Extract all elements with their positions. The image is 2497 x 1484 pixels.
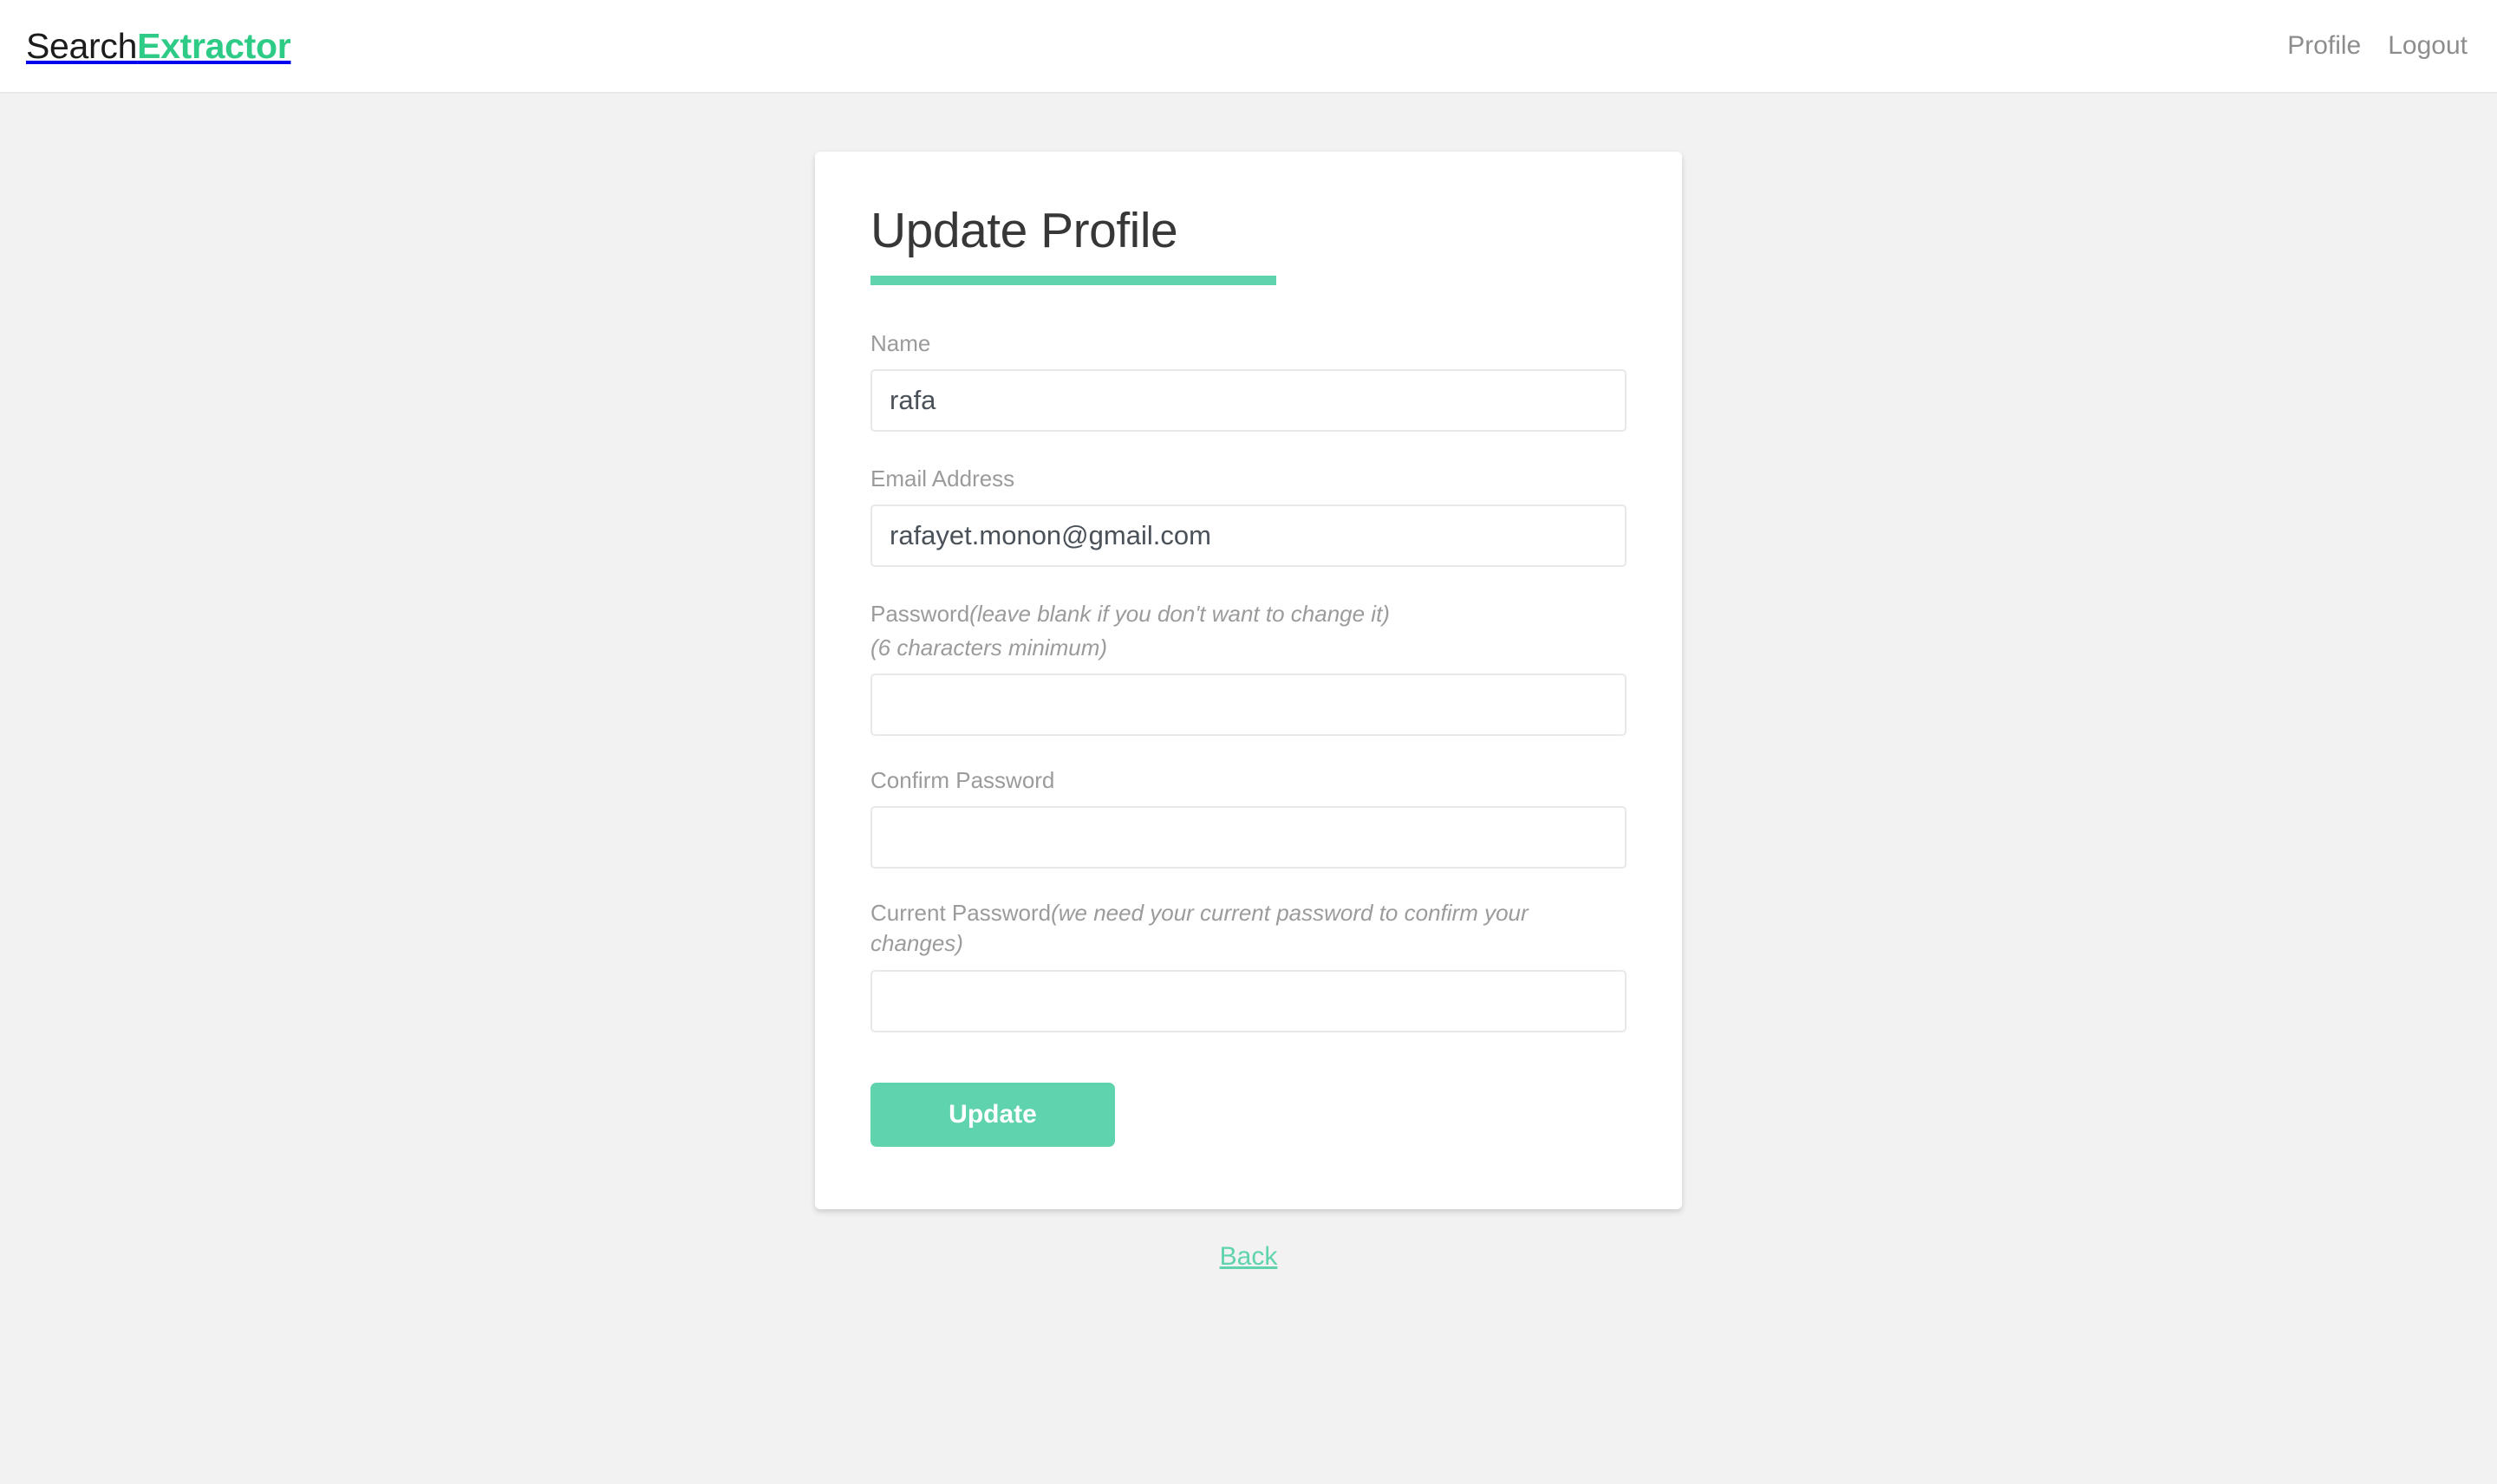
field-email: Email Address — [870, 464, 1627, 568]
label-password-text: Password — [870, 601, 970, 628]
label-name-text: Name — [870, 329, 931, 356]
brand-primary-text: Search — [26, 25, 138, 66]
back-link[interactable]: Back — [1220, 1242, 1278, 1271]
top-navbar: SearchExtractor Profile Logout — [0, 0, 2497, 94]
nav-link-profile[interactable]: Profile — [2287, 33, 2361, 59]
password-input[interactable] — [870, 674, 1627, 737]
update-button[interactable]: Update — [870, 1082, 1115, 1147]
label-confirm-password: Confirm Password — [870, 765, 1627, 796]
label-password: Password(leave blank if you don't want t… — [870, 599, 1627, 663]
label-name: Name — [870, 329, 1627, 359]
email-input[interactable] — [870, 504, 1627, 568]
current-password-input[interactable] — [870, 969, 1627, 1032]
brand-logo[interactable]: SearchExtractor — [26, 25, 291, 66]
name-input[interactable] — [870, 368, 1627, 432]
label-current-password-text: Current Password — [870, 900, 1052, 927]
nav-link-logout[interactable]: Logout — [2388, 33, 2468, 59]
label-password-hint: (leave blank if you don't want to change… — [969, 601, 1390, 628]
label-password-hint-second-line: (6 characters minimum) — [870, 635, 1108, 661]
label-email-text: Email Address — [870, 465, 1015, 491]
label-confirm-password-text: Confirm Password — [870, 767, 1055, 794]
card-wrapper: Update Profile Name Email Address Passwo… — [815, 152, 1682, 1209]
update-profile-form: Name Email Address Password(leave blank … — [870, 329, 1627, 1147]
page-body: Update Profile Name Email Address Passwo… — [0, 94, 2497, 1270]
field-password: Password(leave blank if you don't want t… — [870, 599, 1627, 737]
field-confirm-password: Confirm Password — [870, 765, 1627, 869]
label-current-password: Current Password(we need your current pa… — [870, 898, 1627, 959]
update-profile-card: Update Profile Name Email Address Passwo… — [815, 152, 1682, 1209]
field-current-password: Current Password(we need your current pa… — [870, 898, 1627, 1032]
form-actions: Update — [870, 1082, 1627, 1147]
label-email: Email Address — [870, 464, 1627, 494]
page-title: Update Profile — [870, 203, 1178, 258]
nav-links: Profile Logout — [2287, 33, 2468, 59]
brand-accent-text: Extractor — [137, 25, 291, 66]
title-underline-rule — [870, 275, 1276, 285]
confirm-password-input[interactable] — [870, 806, 1627, 869]
field-name: Name — [870, 329, 1627, 432]
back-row: Back — [815, 1209, 1682, 1270]
